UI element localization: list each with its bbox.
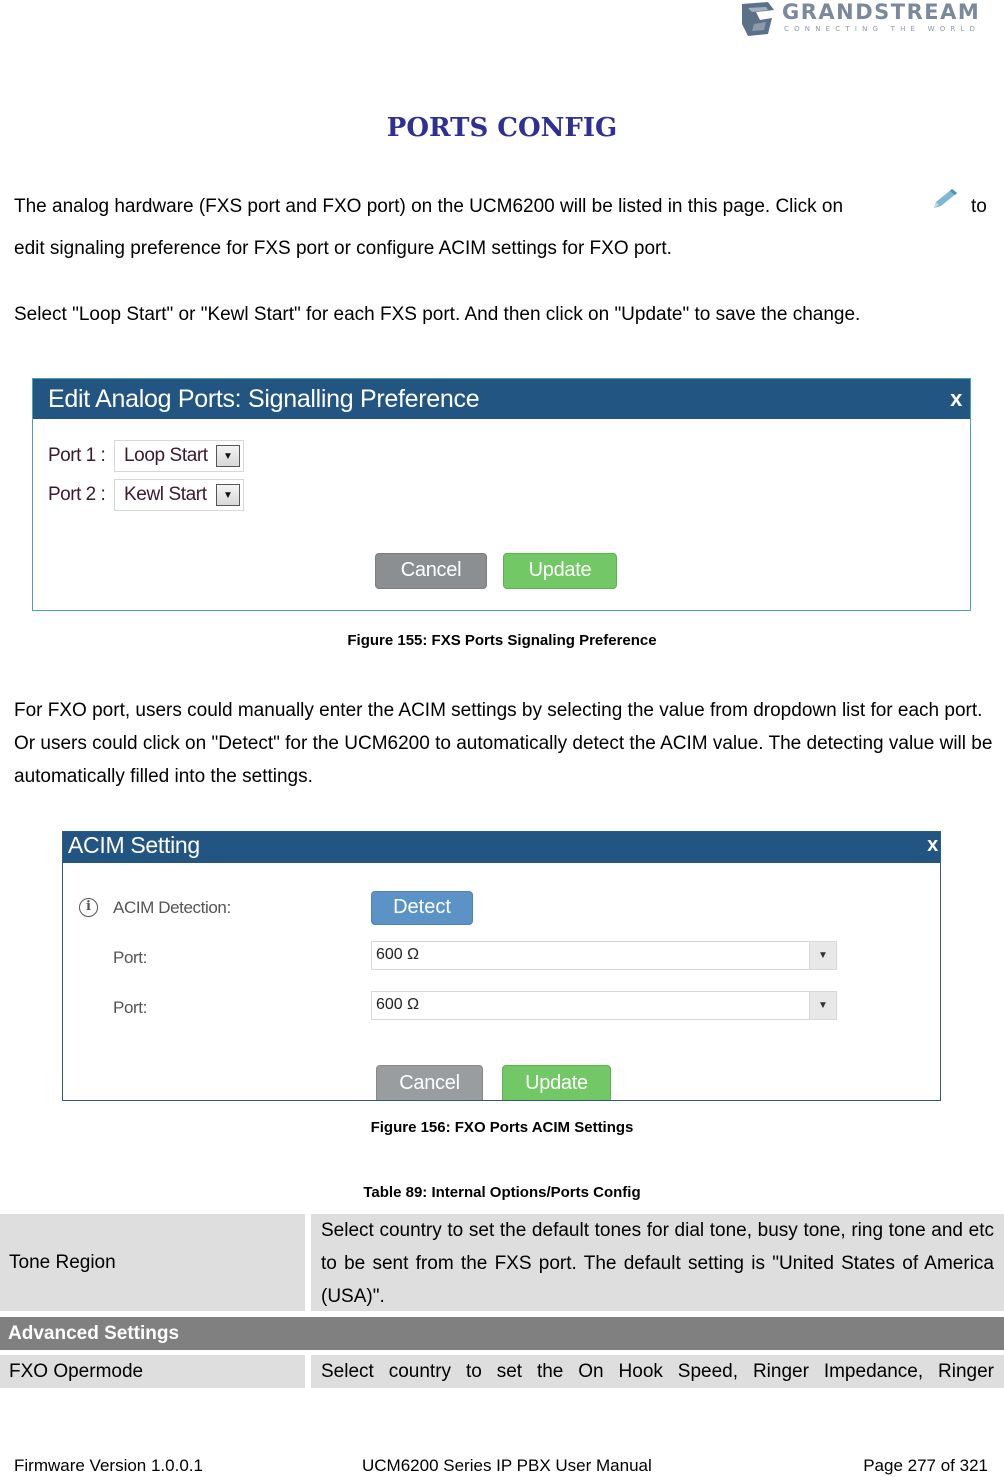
port-1-value: Loop Start [124, 445, 208, 466]
dialog-title: Edit Analog Ports: Signalling Preference [48, 385, 480, 413]
port-2-value: Kewl Start [124, 484, 207, 505]
figure-156-caption: Figure 156: FXO Ports ACIM Settings [370, 1119, 634, 1136]
table-row-key: FXO Opermode [0, 1355, 305, 1388]
logo-name: GRANDSTREAM [782, 0, 981, 24]
intro-line-1: The analog hardware (FXS port and FXO po… [14, 196, 844, 217]
acim-setting-dialog: ACIM Setting x i ACIM Detection: Detect … [62, 831, 941, 1101]
port-2-acim-value: 600 Ω [376, 996, 420, 1013]
acim-detection-label: ACIM Detection: [113, 898, 231, 917]
cancel-button[interactable]: Cancel [375, 553, 487, 589]
port-1-row: Port 1 : Loop Start ▼ [48, 440, 244, 472]
close-icon[interactable]: x [927, 832, 938, 859]
signalling-preference-dialog: Edit Analog Ports: Signalling Preference… [32, 378, 971, 611]
table-row-desc: Select country to set the default tones … [311, 1214, 1004, 1311]
port-2-select[interactable]: Kewl Start ▼ [114, 479, 244, 511]
table-caption: Table 89: Internal Options/Ports Config [363, 1184, 641, 1201]
port-2-label: Port 2 : [48, 484, 106, 505]
port-1-label: Port 1 : [48, 445, 106, 466]
dialog-title: ACIM Setting [68, 832, 200, 858]
fxo-paragraph: For FXO port, users could manually enter… [14, 700, 993, 787]
fxs-instruction: Select "Loop Start" or "Kewl Start" for … [14, 304, 861, 325]
close-icon[interactable]: x [950, 379, 962, 419]
port-2-acim-select[interactable]: 600 Ω ▼ [371, 991, 837, 1020]
update-button[interactable]: Update [502, 1065, 611, 1100]
page-title: PORTS CONFIG [386, 113, 618, 143]
pencil-icon [930, 186, 960, 217]
port-2-row: Port 2 : Kewl Start ▼ [48, 479, 244, 511]
cancel-button[interactable]: Cancel [376, 1065, 483, 1100]
intro-line-1-tail: to [971, 196, 987, 217]
port-1-acim-select[interactable]: 600 Ω ▼ [371, 941, 837, 970]
detect-button[interactable]: Detect [371, 891, 473, 925]
port-1-acim-value: 600 Ω [376, 946, 420, 963]
port-1-label: Port: [113, 948, 147, 967]
chevron-down-icon[interactable]: ▼ [216, 445, 240, 467]
update-button[interactable]: Update [503, 553, 617, 589]
footer-firmware: Firmware Version 1.0.0.1 [14, 1456, 203, 1475]
table-row-desc: Select country to set the On Hook Speed,… [311, 1355, 1004, 1388]
logo-mark-icon [742, 2, 774, 36]
logo-tagline: CONNECTING THE WORLD [784, 25, 981, 33]
footer-manual-title: UCM6200 Series IP PBX User Manual [362, 1456, 652, 1475]
port-1-select[interactable]: Loop Start ▼ [114, 440, 244, 472]
port-2-label: Port: [113, 998, 147, 1017]
table-section-header: Advanced Settings [0, 1317, 1004, 1350]
grandstream-logo: GRANDSTREAM CONNECTING THE WORLD [738, 0, 994, 40]
table-row-key: Tone Region [0, 1214, 305, 1311]
chevron-down-icon[interactable]: ▼ [809, 992, 836, 1019]
chevron-down-icon[interactable]: ▼ [216, 484, 240, 506]
dialog-header: Edit Analog Ports: Signalling Preference… [33, 379, 970, 419]
info-icon: i [79, 898, 98, 917]
chevron-down-icon[interactable]: ▼ [809, 942, 836, 969]
footer-page-number: Page 277 of 321 [863, 1456, 988, 1475]
figure-155-caption: Figure 155: FXS Ports Signaling Preferen… [347, 632, 657, 649]
intro-line-2: edit signaling preference for FXS port o… [14, 238, 672, 259]
dialog-header: ACIM Setting x [63, 832, 940, 863]
